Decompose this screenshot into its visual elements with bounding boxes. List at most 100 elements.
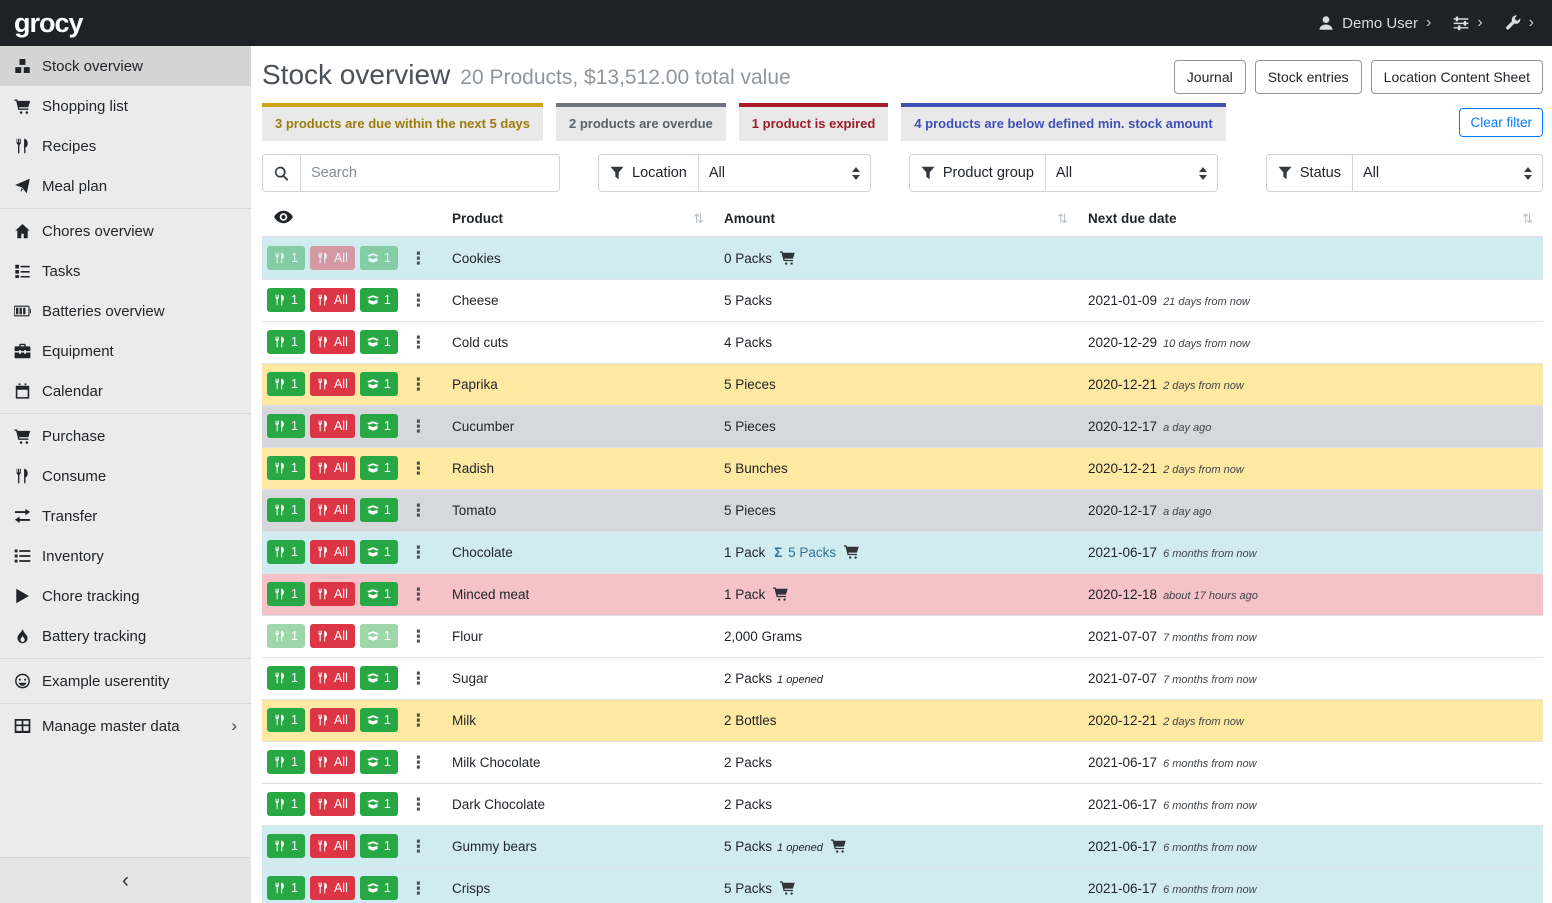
row-menu-button[interactable]: ⋮ (410, 754, 427, 771)
open-one-button[interactable]: 1 (360, 456, 398, 480)
sidebar-item-battery-tracking[interactable]: Battery tracking (0, 616, 251, 656)
product-name[interactable]: Cheese (452, 293, 499, 308)
consume-one-button[interactable]: 1 (267, 288, 305, 312)
consume-all-button[interactable]: All (310, 666, 355, 690)
product-name[interactable]: Milk Chocolate (452, 755, 541, 770)
column-header-product[interactable]: Product ⇅ (442, 202, 714, 237)
product-group-select[interactable]: All (1046, 154, 1218, 192)
product-name[interactable]: Chocolate (452, 545, 513, 560)
sort-icon[interactable]: ⇅ (693, 211, 704, 227)
sidebar-item-purchase[interactable]: Purchase (0, 416, 251, 456)
status-banner[interactable]: 2 products are overdue (556, 103, 726, 141)
journal-button[interactable]: Journal (1174, 60, 1246, 94)
product-name[interactable]: Milk (452, 713, 476, 728)
row-menu-button[interactable]: ⋮ (410, 628, 427, 645)
sidebar-collapse-button[interactable]: ‹ (0, 857, 251, 903)
settings-menu[interactable]: › (1453, 15, 1482, 31)
location-select[interactable]: All (699, 154, 871, 192)
row-menu-button[interactable]: ⋮ (410, 418, 427, 435)
consume-all-button[interactable]: All (310, 876, 355, 900)
row-menu-button[interactable]: ⋮ (410, 712, 427, 729)
consume-one-button[interactable]: 1 (267, 876, 305, 900)
row-menu-button[interactable]: ⋮ (410, 292, 427, 309)
sidebar-item-shopping-list[interactable]: Shopping list (0, 86, 251, 126)
consume-one-button[interactable]: 1 (267, 372, 305, 396)
open-one-button[interactable]: 1 (360, 666, 398, 690)
consume-all-button[interactable]: All (310, 498, 355, 522)
consume-all-button[interactable]: All (310, 750, 355, 774)
row-menu-button[interactable]: ⋮ (410, 586, 427, 603)
column-header-amount[interactable]: Amount ⇅ (714, 202, 1078, 237)
status-select[interactable]: All (1353, 154, 1543, 192)
open-one-button[interactable]: 1 (360, 834, 398, 858)
product-name[interactable]: Cold cuts (452, 335, 508, 350)
open-one-button[interactable]: 1 (360, 330, 398, 354)
consume-one-button[interactable]: 1 (267, 582, 305, 606)
consume-all-button[interactable]: All (310, 414, 355, 438)
consume-one-button[interactable]: 1 (267, 330, 305, 354)
row-menu-button[interactable]: ⋮ (410, 544, 427, 561)
product-name[interactable]: Sugar (452, 671, 488, 686)
product-name[interactable]: Dark Chocolate (452, 797, 545, 812)
eye-icon[interactable] (274, 210, 293, 224)
sidebar-item-chore-tracking[interactable]: Chore tracking (0, 576, 251, 616)
app-logo[interactable]: grocy (14, 8, 83, 39)
consume-one-button[interactable]: 1 (267, 498, 305, 522)
user-menu[interactable]: Demo User › (1318, 15, 1431, 32)
consume-one-button[interactable]: 1 (267, 624, 305, 648)
open-one-button[interactable]: 1 (360, 414, 398, 438)
sidebar-item-calendar[interactable]: Calendar (0, 371, 251, 411)
consume-one-button[interactable]: 1 (267, 414, 305, 438)
status-banner[interactable]: 3 products are due within the next 5 day… (262, 103, 543, 141)
consume-one-button[interactable]: 1 (267, 666, 305, 690)
sidebar-item-stock-overview[interactable]: Stock overview (0, 46, 251, 86)
sidebar-item-manage-master-data[interactable]: Manage master data› (0, 706, 251, 746)
row-menu-button[interactable]: ⋮ (410, 838, 427, 855)
consume-one-button[interactable]: 1 (267, 708, 305, 732)
product-name[interactable]: Gummy bears (452, 839, 537, 854)
open-one-button[interactable]: 1 (360, 540, 398, 564)
sidebar-item-recipes[interactable]: Recipes (0, 126, 251, 166)
consume-all-button[interactable]: All (310, 246, 355, 270)
consume-one-button[interactable]: 1 (267, 750, 305, 774)
row-menu-button[interactable]: ⋮ (410, 334, 427, 351)
open-one-button[interactable]: 1 (360, 582, 398, 606)
open-one-button[interactable]: 1 (360, 876, 398, 900)
product-name[interactable]: Radish (452, 461, 494, 476)
sidebar-item-example-userentity[interactable]: Example userentity (0, 661, 251, 701)
consume-all-button[interactable]: All (310, 792, 355, 816)
sidebar-item-meal-plan[interactable]: Meal plan (0, 166, 251, 206)
status-banner[interactable]: 4 products are below defined min. stock … (901, 103, 1225, 141)
sort-icon[interactable]: ⇅ (1522, 211, 1533, 227)
sidebar-item-inventory[interactable]: Inventory (0, 536, 251, 576)
column-header-next-due-date[interactable]: Next due date ⇅ (1078, 202, 1543, 237)
sidebar-item-transfer[interactable]: Transfer (0, 496, 251, 536)
open-one-button[interactable]: 1 (360, 708, 398, 732)
row-menu-button[interactable]: ⋮ (410, 880, 427, 897)
open-one-button[interactable]: 1 (360, 288, 398, 312)
consume-one-button[interactable]: 1 (267, 792, 305, 816)
product-name[interactable]: Paprika (452, 377, 498, 392)
admin-menu[interactable]: › (1505, 15, 1534, 31)
consume-all-button[interactable]: All (310, 456, 355, 480)
sidebar-item-chores-overview[interactable]: Chores overview (0, 211, 251, 251)
row-menu-button[interactable]: ⋮ (410, 376, 427, 393)
open-one-button[interactable]: 1 (360, 792, 398, 816)
consume-one-button[interactable]: 1 (267, 456, 305, 480)
consume-one-button[interactable]: 1 (267, 834, 305, 858)
sort-icon[interactable]: ⇅ (1057, 211, 1068, 227)
open-one-button[interactable]: 1 (360, 372, 398, 396)
consume-all-button[interactable]: All (310, 708, 355, 732)
product-name[interactable]: Cucumber (452, 419, 514, 434)
clear-filter-button[interactable]: Clear filter (1459, 108, 1543, 137)
row-menu-button[interactable]: ⋮ (410, 460, 427, 477)
open-one-button[interactable]: 1 (360, 246, 398, 270)
open-one-button[interactable]: 1 (360, 750, 398, 774)
open-one-button[interactable]: 1 (360, 498, 398, 522)
consume-all-button[interactable]: All (310, 834, 355, 858)
consume-one-button[interactable]: 1 (267, 540, 305, 564)
location-content-sheet-button[interactable]: Location Content Sheet (1371, 60, 1543, 94)
sidebar-item-equipment[interactable]: Equipment (0, 331, 251, 371)
row-menu-button[interactable]: ⋮ (410, 796, 427, 813)
search-input[interactable] (301, 154, 560, 192)
